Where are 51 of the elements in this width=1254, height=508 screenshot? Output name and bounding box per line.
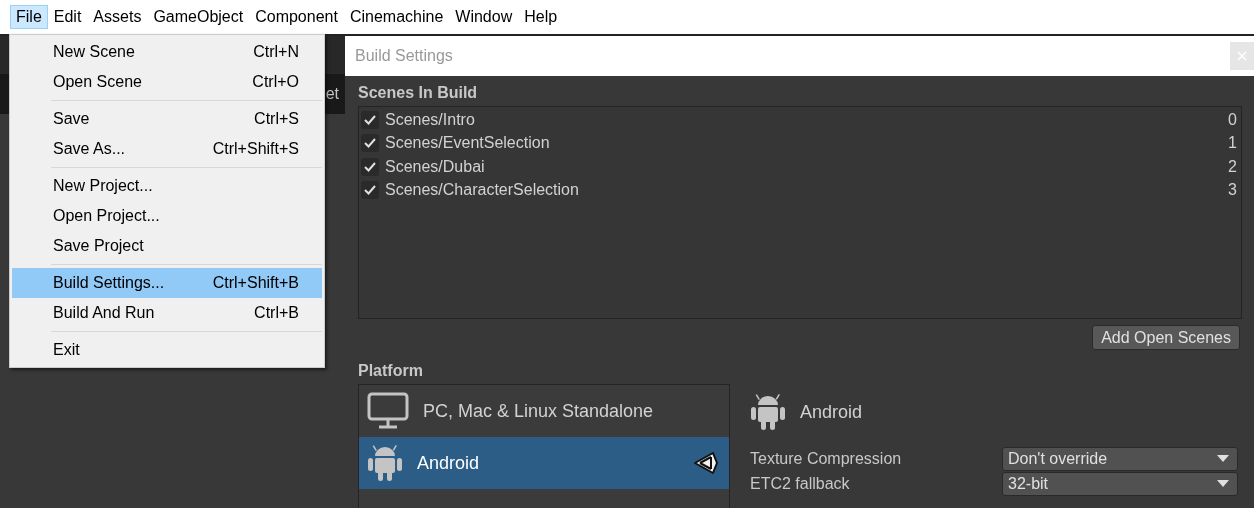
- scene-name[interactable]: Scenes/Dubai: [385, 157, 1223, 176]
- platform-name: PC, Mac & Linux Standalone: [423, 400, 655, 422]
- checkbox[interactable]: [361, 181, 379, 200]
- monitor-icon: [367, 392, 409, 430]
- scene-name[interactable]: Scenes/CharacterSelection: [385, 181, 1223, 200]
- menu-item[interactable]: New Project...: [12, 171, 322, 201]
- menu-item[interactable]: Save Project: [12, 231, 322, 261]
- scene-index: 2: [1228, 157, 1237, 176]
- android-icon: [367, 443, 403, 483]
- menu-item[interactable]: New Scene Ctrl+N: [12, 37, 322, 67]
- platform-title: Android: [800, 401, 863, 423]
- editor-tab[interactable]: et: [325, 85, 339, 103]
- scene-name[interactable]: Scenes/Intro: [385, 110, 1223, 129]
- menu-item[interactable]: Build And Run Ctrl+B: [12, 298, 322, 328]
- menu-item[interactable]: Build Settings... Ctrl+Shift+B: [12, 268, 322, 298]
- checkbox[interactable]: [361, 110, 379, 129]
- dropdown[interactable]: 32-bit: [1002, 471, 1238, 496]
- menu-item[interactable]: Save Ctrl+S: [12, 104, 322, 134]
- section-header: Scenes In Build: [358, 84, 479, 103]
- checkbox[interactable]: [361, 134, 379, 153]
- menu-item[interactable]: Exit: [12, 335, 322, 365]
- menu-item[interactable]: Open Project...: [12, 201, 322, 231]
- menu-title[interactable]: Cinemachine: [343, 5, 450, 29]
- platform-name: Android: [417, 452, 481, 474]
- caret-icon: [1217, 455, 1229, 462]
- scene-index: 0: [1228, 110, 1237, 129]
- caret-icon: [1217, 480, 1229, 487]
- menu-title[interactable]: Component: [249, 5, 344, 29]
- section-header: Platform: [358, 362, 424, 381]
- menu-title[interactable]: GameObject: [147, 5, 250, 29]
- scene-name[interactable]: Scenes/EventSelection: [385, 134, 1223, 153]
- menu-title[interactable]: Edit: [47, 5, 88, 29]
- scene-index: 3: [1228, 181, 1237, 200]
- menu-item[interactable]: Open Scene Ctrl+O: [12, 67, 322, 97]
- platform-item[interactable]: PC, Mac & Linux Standalone: [359, 385, 729, 437]
- dropdown[interactable]: Don't override: [1002, 446, 1238, 471]
- setting-label: ETC2 fallback: [750, 474, 851, 493]
- menu-title[interactable]: Help: [518, 5, 564, 29]
- android-icon: [750, 392, 786, 432]
- setting-label: Texture Compression: [750, 449, 903, 468]
- menu-title[interactable]: Assets: [87, 5, 148, 29]
- checkbox[interactable]: [361, 157, 379, 176]
- close-icon: [1237, 51, 1247, 61]
- unity-logo-icon: [693, 450, 719, 476]
- platform-item[interactable]: Android: [359, 437, 729, 489]
- add-open-scenes-button[interactable]: Add Open Scenes: [1092, 325, 1240, 350]
- menu-title[interactable]: File: [10, 5, 48, 29]
- menu-title[interactable]: Window: [449, 5, 519, 29]
- menu-item[interactable]: Save As... Ctrl+Shift+S: [12, 134, 322, 164]
- window-title: Build Settings: [355, 47, 453, 65]
- scene-index: 1: [1228, 134, 1237, 153]
